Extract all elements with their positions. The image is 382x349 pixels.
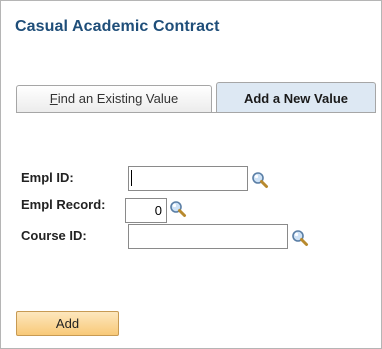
tab-add-label: Add a New Value <box>243 91 349 106</box>
course-id-label: Course ID: <box>21 228 87 243</box>
text-cursor <box>131 170 132 186</box>
page-container: Casual Academic Contract Find an Existin… <box>0 0 382 349</box>
course-id-lookup-icon[interactable] <box>291 229 309 247</box>
empl-record-label: Empl Record: <box>21 197 106 212</box>
add-button[interactable]: Add <box>16 311 119 336</box>
empl-id-lookup-icon[interactable] <box>251 171 269 189</box>
tab-find-label: ind an Existing Value <box>57 91 179 106</box>
empl-record-input[interactable]: 0 <box>125 198 167 223</box>
tab-divider <box>16 112 376 113</box>
tab-add-new-value[interactable]: Add a New Value <box>216 82 376 113</box>
empl-id-input[interactable] <box>128 166 248 191</box>
page-title: Casual Academic Contract <box>15 18 220 35</box>
empl-id-label: Empl ID: <box>21 170 74 185</box>
course-id-input[interactable] <box>128 224 288 249</box>
tab-find-existing-value[interactable]: Find an Existing Value <box>16 85 212 112</box>
empl-record-lookup-icon[interactable] <box>169 200 187 218</box>
tab-find-mnemonic: F <box>49 91 58 106</box>
